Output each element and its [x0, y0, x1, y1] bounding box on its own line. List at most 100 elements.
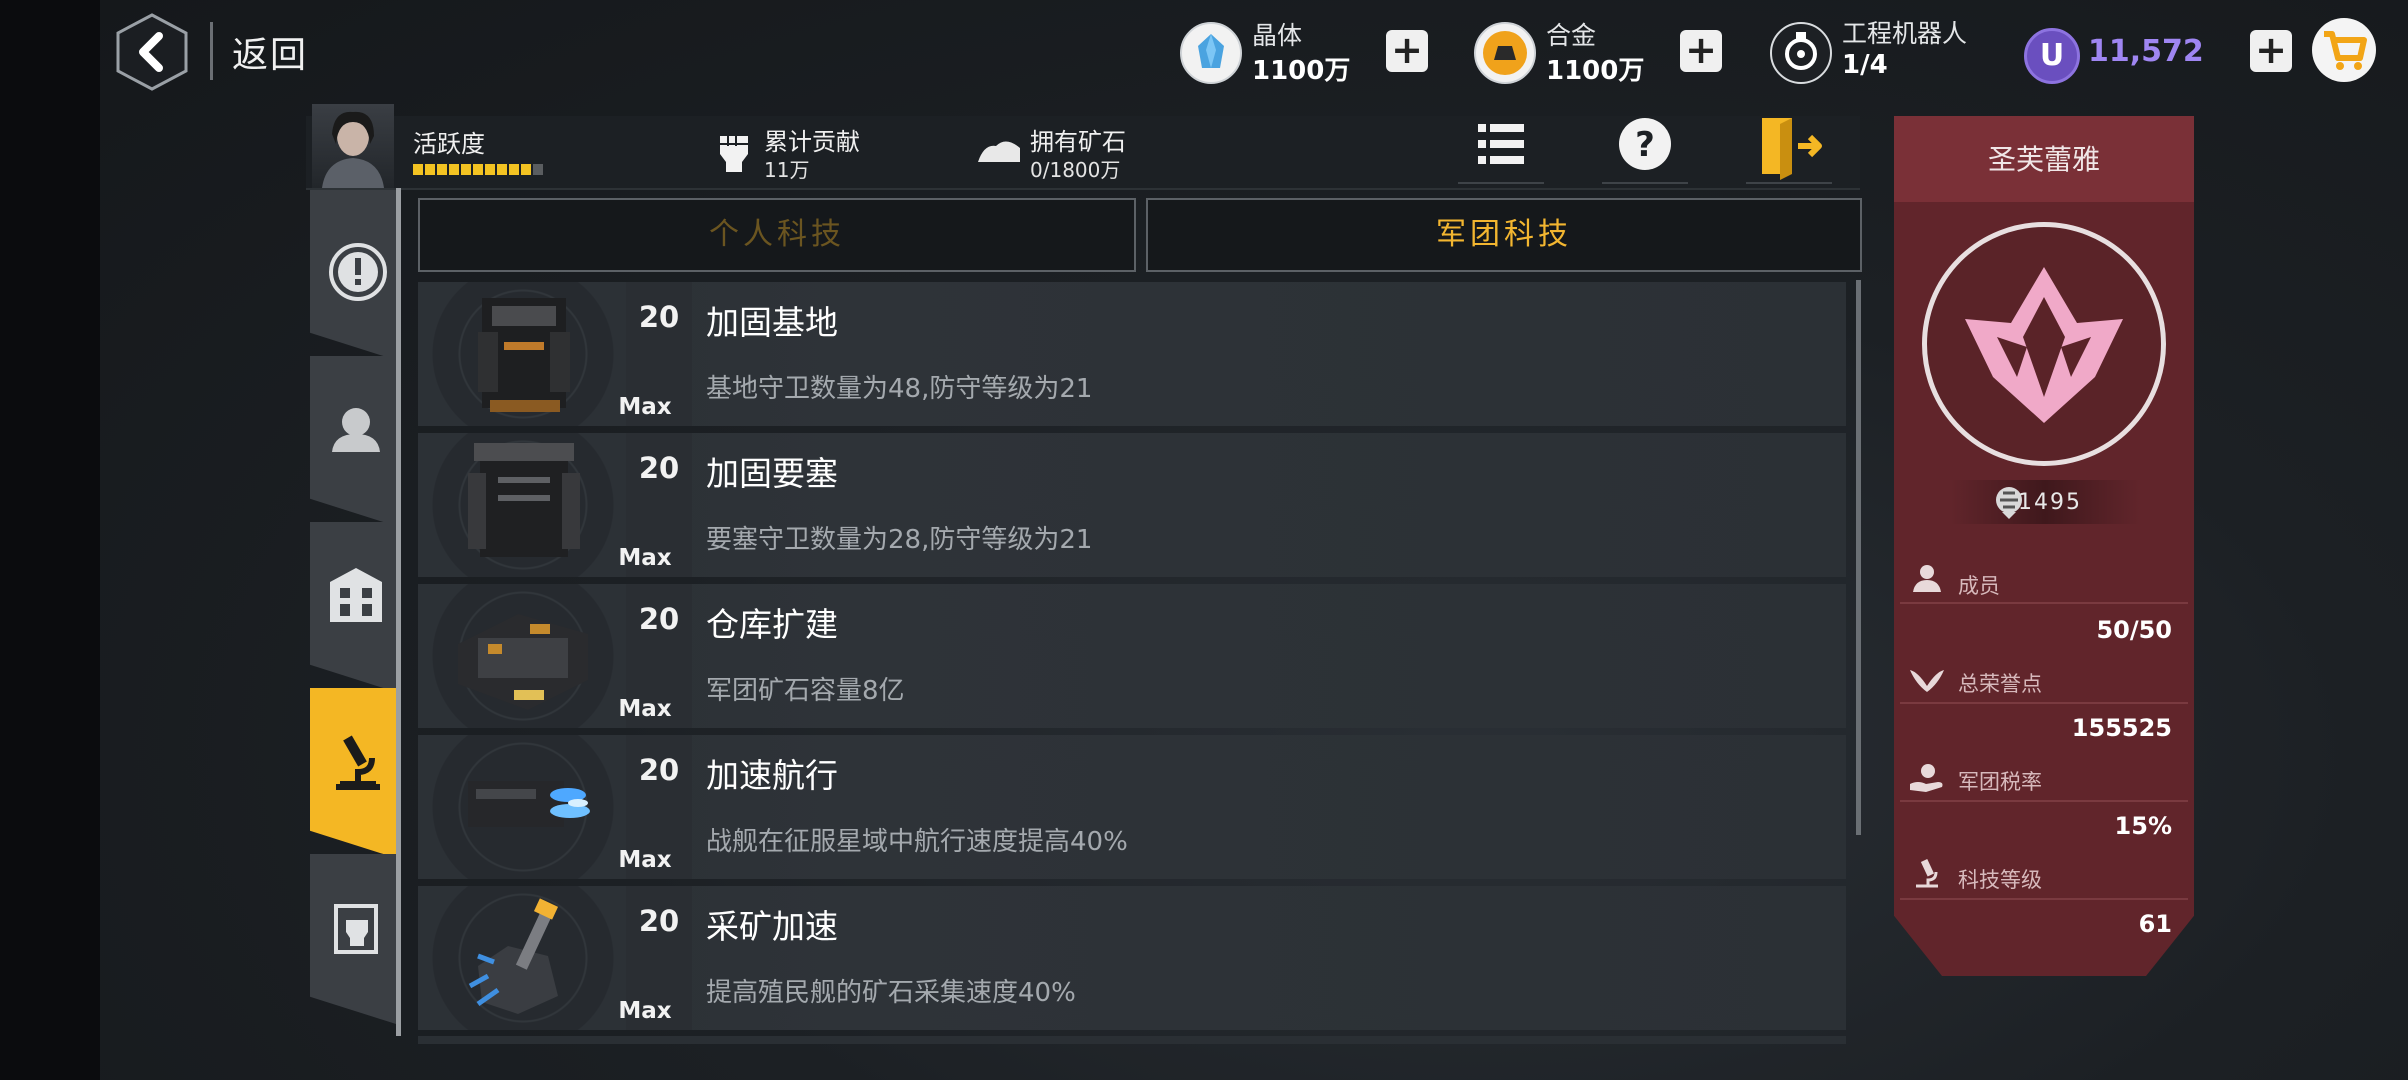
- guild-emblem[interactable]: [1922, 222, 2166, 466]
- back-button[interactable]: [112, 12, 192, 92]
- tech-level: 20: [638, 451, 680, 485]
- tech-level: 20: [638, 300, 680, 334]
- svg-text:?: ?: [1635, 125, 1655, 165]
- honor-wings-icon: [1910, 670, 1944, 692]
- ore-icon: [978, 141, 1020, 162]
- cart-icon: [2324, 31, 2367, 70]
- contribution-label: 累计贡献: [764, 128, 860, 156]
- tech-row[interactable]: 20 Max 仓库扩建 军团矿石容量8亿: [418, 584, 1846, 728]
- microscope-icon: [1916, 859, 1938, 888]
- question-icon: ?: [1619, 118, 1671, 170]
- max-badge: Max: [618, 696, 672, 722]
- tab-tech[interactable]: [310, 688, 396, 858]
- tech-row[interactable]: 20 Max 加速航行 战舰在征服星域中航行速度提高40%: [418, 735, 1846, 879]
- honor-value: 155525: [2071, 714, 2172, 742]
- header-divider: [210, 22, 213, 80]
- tech-row[interactable]: 20 Max 加固基地 基地守卫数量为48,防守等级为21: [418, 282, 1846, 426]
- tech-title: 采矿加速: [706, 907, 838, 946]
- robot-value: 1/4: [1842, 50, 1888, 80]
- tech-description: 战舰在征服星域中航行速度提高40%: [706, 827, 1128, 857]
- guild-power: 1495: [2018, 490, 2082, 515]
- fist-banner-icon: [334, 904, 378, 954]
- add-crystal-button[interactable]: +: [1386, 30, 1428, 72]
- stat-divider: [1900, 898, 2188, 900]
- crystal-value: 1100万: [1252, 56, 1351, 86]
- tab-buildings[interactable]: [310, 522, 396, 692]
- exit-legion-button[interactable]: [1746, 112, 1832, 184]
- base-module-icon: [478, 298, 570, 412]
- members-icon: [1913, 565, 1941, 592]
- avatar[interactable]: [312, 104, 394, 188]
- stat-divider: [1900, 702, 2188, 704]
- list-button[interactable]: [1458, 112, 1544, 184]
- tech-level: 20: [638, 904, 680, 938]
- members-label: 成员: [1958, 574, 2000, 598]
- robot-icon: [1770, 22, 1832, 84]
- fist-icon: [720, 136, 748, 172]
- shop-cart-button[interactable]: [2312, 18, 2376, 82]
- tax-hand-icon: [1910, 764, 1943, 792]
- members-value: 50/50: [2096, 616, 2172, 644]
- tab-members[interactable]: [310, 356, 396, 526]
- alloy-icon: [1474, 22, 1536, 84]
- tech-description: 提高殖民舰的矿石采集速度40%: [706, 978, 1076, 1008]
- tab-notice[interactable]: [310, 190, 396, 360]
- left-edge: [0, 0, 100, 1080]
- tech-level: 20: [638, 602, 680, 636]
- max-badge: Max: [618, 998, 672, 1024]
- back-label[interactable]: 返回: [232, 26, 308, 78]
- tech-level: 20: [638, 753, 680, 787]
- tech-description: 基地守卫数量为48,防守等级为21: [706, 374, 1093, 404]
- help-button[interactable]: ?: [1602, 112, 1688, 184]
- warehouse-module-icon: [458, 614, 588, 710]
- members-icon: [332, 408, 380, 452]
- list-icon: [1478, 124, 1524, 164]
- tech-level-value: 61: [2138, 910, 2172, 938]
- tech-description: 军团矿石容量8亿: [706, 676, 905, 706]
- guild-name: 圣芙蕾雅: [1987, 143, 2100, 176]
- premium-currency-value: 11,572: [2088, 34, 2204, 69]
- contribution-value: 11万: [764, 158, 810, 182]
- tab-rail: [396, 188, 401, 1036]
- stat-divider: [1900, 602, 2188, 604]
- tech-row[interactable]: 20 Max 采矿加速 提高殖民舰的矿石采集速度40%: [418, 886, 1846, 1030]
- crystal-icon: [1180, 22, 1242, 84]
- tech-row[interactable]: 20 Max 加固要塞 要塞守卫数量为28,防守等级为21: [418, 433, 1846, 577]
- tab-war[interactable]: [310, 854, 396, 1024]
- tab-personal-tech[interactable]: 个人科技: [418, 198, 1136, 272]
- ore-value: 0/1800万: [1030, 158, 1121, 182]
- tech-title: 加速航行: [706, 756, 838, 795]
- ore-label: 拥有矿石: [1030, 128, 1126, 156]
- guild-emblem-icon: [1965, 267, 2123, 423]
- thruster-module-icon: [468, 781, 590, 827]
- crystal-label: 晶体: [1252, 21, 1303, 50]
- alert-icon: [329, 243, 387, 301]
- building-icon: [330, 568, 382, 622]
- activity-label: 活跃度: [413, 130, 485, 158]
- tech-title: 仓库扩建: [706, 605, 838, 644]
- fortress-module-icon: [468, 443, 580, 557]
- alloy-label: 合金: [1546, 21, 1597, 50]
- exit-door-icon: [1762, 118, 1822, 180]
- premium-currency-icon: U: [2024, 28, 2080, 84]
- tech-level-label: 科技等级: [1958, 868, 2042, 892]
- tech-title: 加固基地: [706, 303, 838, 342]
- activity-bar: [413, 164, 543, 175]
- max-badge: Max: [618, 545, 672, 571]
- tax-label: 军团税率: [1958, 770, 2042, 794]
- scrollbar[interactable]: [1856, 280, 1861, 835]
- stat-divider: [1900, 800, 2188, 802]
- alloy-value: 1100万: [1546, 56, 1645, 86]
- max-badge: Max: [618, 847, 672, 873]
- tab-legion-tech[interactable]: 军团科技: [1146, 198, 1862, 272]
- mining-drill-icon: [468, 898, 559, 1014]
- next-row-peek: [418, 1036, 1846, 1044]
- max-badge: Max: [618, 394, 672, 420]
- honor-label: 总荣誉点: [1958, 672, 2042, 696]
- microscope-icon: [336, 735, 380, 790]
- tax-value: 15%: [2114, 812, 2172, 840]
- tech-title: 加固要塞: [706, 454, 838, 493]
- add-premium-button[interactable]: +: [2250, 30, 2292, 72]
- robot-label: 工程机器人: [1842, 19, 1968, 48]
- add-alloy-button[interactable]: +: [1680, 30, 1722, 72]
